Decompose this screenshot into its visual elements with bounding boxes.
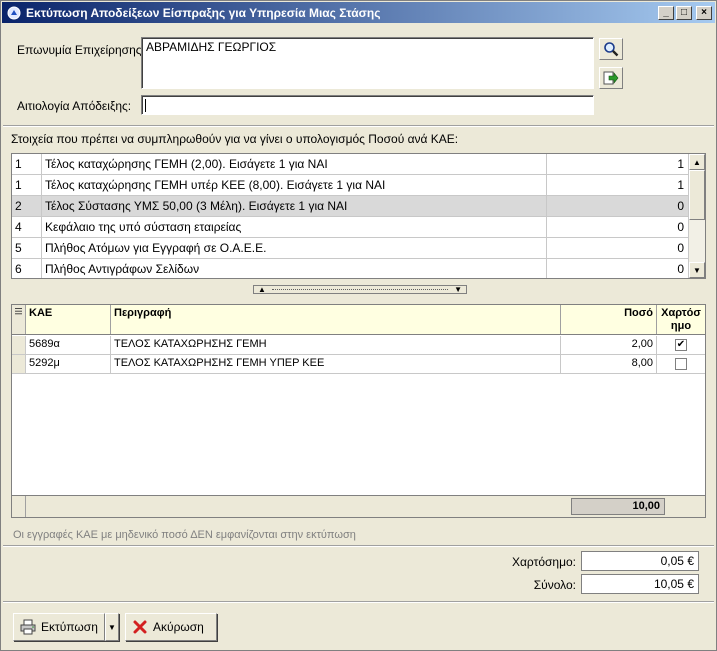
text-cursor [145,99,146,113]
chevron-down-icon: ▼ [108,622,116,632]
splitter-grip [271,289,449,290]
row-value[interactable]: 1 [547,175,689,195]
grid-row[interactable]: 1 Τέλος καταχώρησης ΓΕΜΗ (2,00). Εισάγετ… [12,154,689,175]
row-description: Τέλος καταχώρησης ΓΕΜΗ υπέρ ΚΕΕ (8,00). … [42,175,547,195]
cell-kae: 5292μ [26,355,111,373]
stamp-checkbox[interactable]: ✔ [675,339,687,351]
row-value[interactable]: 0 [547,259,689,278]
scroll-down-button[interactable]: ▼ [689,262,705,278]
grid-row[interactable]: 4 Κεφάλαιο της υπό σύσταση εταιρείας 0 [12,217,689,238]
stamp-label: Χαρτόσημο: [511,555,576,569]
company-value: ΑΒΡΑΜΙΔΗΣ ΓΕΩΡΓΙΟΣ [146,40,277,54]
row-number: 4 [12,217,42,237]
grid-row-selected[interactable]: 2 Τέλος Σύστασης ΥΜΣ 50,00 (3 Μέλη). Εισ… [12,196,689,217]
row-number: 1 [12,175,42,195]
dialog-window: Εκτύπωση Αποδείξεων Είσπραξης για Υπηρεσ… [0,0,717,651]
row-description: Πλήθος Αντιγράφων Σελίδων [42,259,547,278]
company-label: Επωνυμία Επιχείρησης: [17,43,145,57]
row-indicator [12,336,26,354]
kae-grid-footer: 10,00 [12,495,705,517]
row-value[interactable]: 1 [547,154,689,174]
cell-description: ΤΕΛΟΣ ΚΑΤΑΧΩΡΗΣΗΣ ΓΕΜΗ ΥΠΕΡ ΚΕΕ [111,355,561,373]
kae-grid: ΚΑΕ Περιγραφή Ποσό Χαρτόσ ημο 5689α ΤΕΛΟ… [11,304,706,518]
kae-grid-header: ΚΑΕ Περιγραφή Ποσό Χαρτόσ ημο [12,305,705,335]
cancel-button[interactable]: Ακύρωση [125,613,217,641]
grid-row[interactable]: 6 Πλήθος Αντιγράφων Σελίδων 0 [12,259,689,278]
close-button[interactable]: × [696,5,712,20]
header-stamp[interactable]: Χαρτόσ ημο [657,305,705,334]
row-description: Πλήθος Ατόμων για Εγγραφή σε Ο.Α.Ε.Ε. [42,238,547,258]
table-row[interactable]: 5292μ ΤΕΛΟΣ ΚΑΤΑΧΩΡΗΣΗΣ ΓΕΜΗ ΥΠΕΡ ΚΕΕ 8,… [12,355,705,374]
search-icon [604,42,619,57]
table-row[interactable]: 5689α ΤΕΛΟΣ ΚΑΤΑΧΩΡΗΣΗΣ ΓΕΜΗ 2,00 ✔ [12,336,705,355]
vertical-scrollbar[interactable]: ▲ ▼ [688,154,705,278]
separator [3,125,714,127]
header-kae[interactable]: ΚΑΕ [26,305,111,334]
print-button[interactable]: Εκτύπωση [13,613,105,641]
minimize-button[interactable]: _ [658,5,674,20]
title-bar[interactable]: Εκτύπωση Αποδείξεων Είσπραξης για Υπηρεσ… [2,2,715,23]
row-description: Τέλος καταχώρησης ΓΕΜΗ (2,00). Εισάγετε … [42,154,547,174]
cell-amount: 8,00 [561,355,657,373]
zero-amount-note: Οι εγγραφές ΚΑΕ με μηδενικό ποσό ΔΕΝ εμφ… [13,529,356,541]
chevron-up-icon: ▲ [258,285,266,294]
window-title: Εκτύπωση Αποδείξεων Είσπραξης για Υπηρεσ… [26,5,381,20]
search-button[interactable] [599,38,623,60]
cell-kae: 5689α [26,336,111,354]
grid-row[interactable]: 5 Πλήθος Ατόμων για Εγγραφή σε Ο.Α.Ε.Ε. … [12,238,689,259]
select-button[interactable] [599,67,623,89]
row-value[interactable]: 0 [547,217,689,237]
print-label: Εκτύπωση [41,620,98,634]
total-field: 10,05 € [581,574,699,594]
fields-grid: 1 Τέλος καταχώρησης ΓΕΜΗ (2,00). Εισάγετ… [11,153,706,279]
grid-row[interactable]: 1 Τέλος καταχώρησης ΓΕΜΗ υπέρ ΚΕΕ (8,00)… [12,175,689,196]
printer-icon [20,619,36,635]
scroll-up-button[interactable]: ▲ [689,154,705,170]
cancel-label: Ακύρωση [153,620,204,634]
reason-label: Αιτιολογία Απόδειξης: [17,99,132,113]
row-description: Κεφάλαιο της υπό σύσταση εταιρείας [42,217,547,237]
print-dropdown-button[interactable]: ▼ [105,613,119,641]
arrow-right-icon [603,71,619,85]
stamp-checkbox[interactable] [675,358,687,370]
maximize-button[interactable]: □ [676,5,692,20]
scroll-thumb[interactable] [689,170,705,220]
cancel-icon [133,620,147,634]
app-icon [6,5,22,21]
company-field[interactable]: ΑΒΡΑΜΙΔΗΣ ΓΕΩΡΓΙΟΣ [141,37,594,89]
cell-amount: 2,00 [561,336,657,354]
chevron-down-icon: ▼ [454,285,462,294]
row-indicator [12,355,26,373]
row-number: 2 [12,196,42,216]
reason-input[interactable] [141,95,594,115]
stamp-field: 0,05 € [581,551,699,571]
row-number: 5 [12,238,42,258]
row-number: 1 [12,154,42,174]
grid-total: 10,00 [571,498,665,515]
separator [3,545,714,547]
separator [3,601,714,603]
total-label: Σύνολο: [533,578,576,592]
row-value[interactable]: 0 [547,196,689,216]
fields-heading: Στοιχεία που πρέπει να συμπληρωθούν για … [11,132,459,146]
header-description[interactable]: Περιγραφή [111,305,561,334]
column-chooser-button[interactable] [12,305,26,334]
row-value[interactable]: 0 [547,238,689,258]
header-amount[interactable]: Ποσό [561,305,657,334]
list-icon [15,308,22,315]
splitter-handle[interactable]: ▲ ▼ [253,285,467,294]
cell-description: ΤΕΛΟΣ ΚΑΤΑΧΩΡΗΣΗΣ ΓΕΜΗ [111,336,561,354]
row-description: Τέλος Σύστασης ΥΜΣ 50,00 (3 Μέλη). Εισάγ… [42,196,547,216]
row-number: 6 [12,259,42,278]
